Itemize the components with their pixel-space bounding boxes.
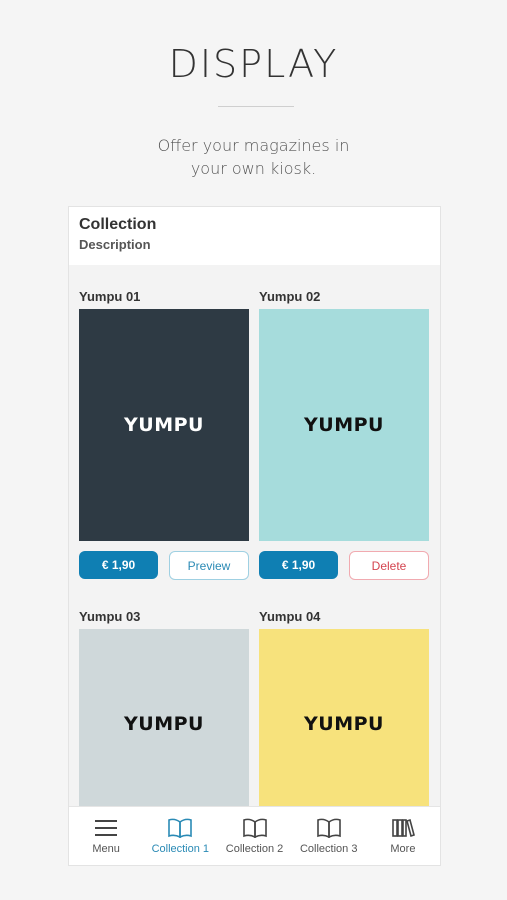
menu-icon	[94, 817, 118, 839]
price-button[interactable]: € 1,90	[79, 551, 158, 579]
tab-label: Collection 2	[225, 843, 284, 855]
library-icon	[391, 817, 415, 839]
book-icon	[242, 817, 268, 839]
page-title: DISPLAY	[168, 42, 339, 86]
magazine-title: Yumpu 02	[259, 289, 321, 304]
magazine-title: Yumpu 04	[259, 609, 321, 624]
magazine-cover[interactable]: YUMPU	[79, 629, 249, 819]
price-button[interactable]: € 1,90	[259, 551, 338, 579]
tab-more[interactable]: More	[366, 807, 440, 865]
magazine-cover[interactable]: YUMPU	[259, 309, 429, 541]
cover-logo: YUMPU	[304, 713, 384, 735]
magazine-item: Yumpu 02 YUMPU € 1,90 Delete	[259, 289, 429, 580]
collection-title: Collection	[79, 216, 157, 233]
cover-logo: YUMPU	[304, 414, 384, 436]
cover-logo: YUMPU	[124, 414, 204, 436]
magazine-title: Yumpu 03	[79, 609, 141, 624]
magazine-item: Yumpu 04 YUMPU	[259, 609, 429, 819]
tab-label: Collection 3	[299, 843, 358, 855]
tab-label: More	[390, 843, 416, 855]
title-divider	[218, 106, 294, 107]
tab-label: Menu	[92, 843, 120, 855]
magazine-cover[interactable]: YUMPU	[259, 629, 429, 819]
tab-label: Collection 1	[151, 843, 210, 855]
magazine-title: Yumpu 01	[79, 289, 141, 304]
bottom-tab-bar: Menu Collection 1 Collection 2 Collectio…	[69, 806, 440, 865]
tab-collection-2[interactable]: Collection 2	[217, 807, 291, 865]
tab-menu[interactable]: Menu	[69, 807, 143, 865]
magazine-cover[interactable]: YUMPU	[79, 309, 249, 541]
preview-button[interactable]: Preview	[169, 551, 249, 580]
tab-collection-1[interactable]: Collection 1	[143, 807, 217, 865]
magazine-item: Yumpu 01 YUMPU € 1,90 Preview	[79, 289, 249, 580]
book-icon	[316, 817, 342, 839]
collection-header: Collection Description	[69, 207, 440, 265]
magazine-item: Yumpu 03 YUMPU	[79, 609, 249, 819]
cover-logo: YUMPU	[124, 713, 204, 735]
book-icon	[167, 817, 193, 839]
delete-button[interactable]: Delete	[349, 551, 429, 580]
tab-collection-3[interactable]: Collection 3	[292, 807, 366, 865]
page-subtitle: Offer your magazines in your own kiosk.	[157, 136, 350, 178]
kiosk-preview: Collection Description Yumpu 01 YUMPU € …	[68, 206, 441, 866]
collection-description: Description	[79, 237, 151, 252]
